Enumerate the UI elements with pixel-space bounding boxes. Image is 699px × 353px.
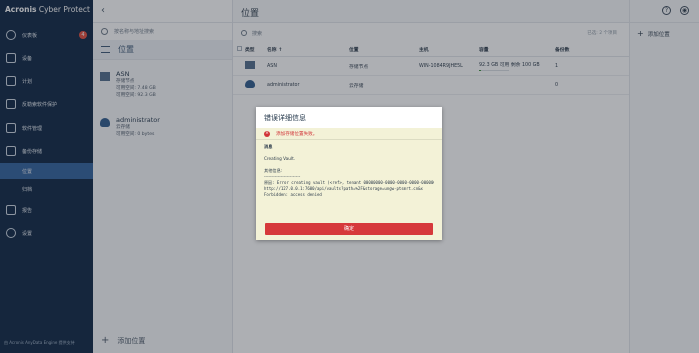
error-details-dialog: 错误详细信息 × 添加存储位置失败。 消息 Creating Vault. 其他信… — [256, 107, 442, 240]
error-banner: × 添加存储位置失败。 — [256, 128, 442, 140]
error-icon: × — [264, 130, 270, 137]
dialog-title: 错误详细信息 — [256, 107, 442, 128]
ok-button[interactable]: 确定 — [265, 223, 433, 235]
dialog-body: 消息 Creating Vault. 其他信息: ---------------… — [264, 144, 434, 197]
error-detail-line: Forbidden: access denied — [264, 192, 322, 197]
